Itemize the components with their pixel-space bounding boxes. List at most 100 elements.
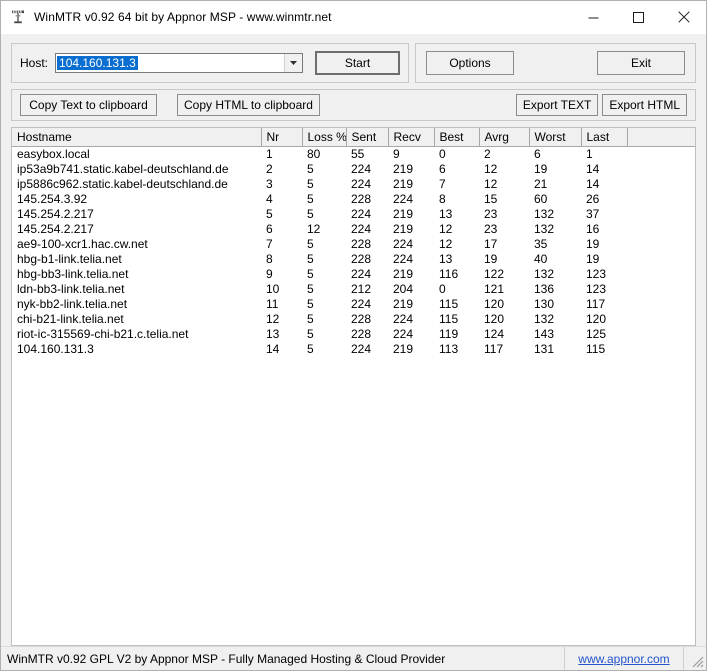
cell-filler: [627, 312, 695, 327]
cell-worst: 6: [534, 147, 541, 161]
table-row[interactable]: hbg-b1-link.telia.net 8 5 228 224 13 19 40 19: [12, 252, 695, 267]
cell-filler: [627, 237, 695, 252]
exit-button[interactable]: Exit: [597, 51, 685, 75]
cell-sent: 224: [351, 267, 372, 281]
cell-avrg: 117: [484, 342, 504, 356]
host-label: Host:: [20, 56, 49, 70]
table-row[interactable]: 104.160.131.3 14 5 224 219 113 117 131 115: [12, 342, 695, 357]
table-row[interactable]: ldn-bb3-link.telia.net 10 5 212 204 0 121 136 12…: [12, 282, 695, 297]
cell-avrg: 23: [484, 222, 498, 236]
cell-filler: [627, 297, 695, 312]
column-header-loss[interactable]: Loss %: [302, 128, 347, 147]
cell-nr: 7: [266, 237, 273, 251]
header-row: Hostname Nr Loss % Sent Recv Best Avrg W…: [12, 128, 695, 147]
table-row[interactable]: ae9-100-xcr1.hac.cw.net 7 5 228 224 12 17 35 19: [12, 237, 695, 252]
cell-loss: 5: [307, 267, 314, 281]
column-header-best[interactable]: Best: [434, 128, 480, 147]
cell-worst: 35: [534, 237, 548, 251]
cell-nr: 3: [266, 177, 273, 191]
table-row[interactable]: nyk-bb2-link.telia.net 11 5 224 219 115 120 130…: [12, 297, 695, 312]
cell-worst: 131: [534, 342, 555, 356]
maximize-button[interactable]: [616, 1, 661, 33]
column-header-nr[interactable]: Nr: [261, 128, 303, 147]
copy-text-button[interactable]: Copy Text to clipboard: [20, 94, 157, 116]
cell-nr: 14: [266, 342, 280, 356]
cell-filler: [627, 177, 695, 192]
cell-loss: 5: [307, 177, 314, 191]
cell-best: 116: [439, 267, 459, 281]
cell-recv: 219: [393, 222, 414, 236]
options-button[interactable]: Options: [426, 51, 515, 75]
cell-worst: 19: [534, 162, 548, 176]
cell-hostname: hbg-bb3-link.telia.net: [17, 267, 129, 281]
minimize-button[interactable]: [571, 1, 616, 33]
close-button[interactable]: [661, 1, 706, 33]
start-button[interactable]: Start: [315, 51, 401, 75]
resize-grip[interactable]: [684, 647, 706, 670]
table-row[interactable]: chi-b21-link.telia.net 12 5 228 224 115 120 132…: [12, 312, 695, 327]
table-row[interactable]: riot-ic-315569-chi-b21.c.telia.net 13 5 228…: [12, 327, 695, 342]
top-panels-row: Host: 104.160.131.3 Start Options Exit: [11, 43, 696, 83]
table-row[interactable]: hbg-bb3-link.telia.net 9 5 224 219 116 122 132 1…: [12, 267, 695, 282]
host-input[interactable]: 104.160.131.3: [55, 53, 304, 73]
copy-export-group: Copy Text to clipboard Copy HTML to clip…: [11, 89, 696, 121]
cell-best: 6: [439, 162, 446, 176]
cell-loss: 5: [307, 162, 314, 176]
cell-hostname: ip53a9b741.static.kabel-deutschland.de: [17, 162, 229, 176]
cell-sent: 224: [351, 342, 372, 356]
export-html-button[interactable]: Export HTML: [602, 94, 687, 116]
status-link-cell[interactable]: www.appnor.com: [565, 647, 684, 670]
cell-avrg: 2: [484, 147, 491, 161]
cell-recv: 224: [393, 327, 414, 341]
cell-nr: 8: [266, 252, 273, 266]
cell-worst: 136: [534, 282, 555, 296]
cell-filler: [627, 327, 695, 342]
cell-last: 125: [586, 327, 607, 341]
column-header-hostname[interactable]: Hostname: [12, 128, 262, 147]
cell-hostname: hbg-b1-link.telia.net: [17, 252, 122, 266]
cell-sent: 212: [351, 282, 372, 296]
table-row[interactable]: easybox.local 1 80 55 9 0 2 6 1: [12, 147, 695, 163]
table-row[interactable]: 145.254.3.92 4 5 228 224 8 15 60 26: [12, 192, 695, 207]
cell-nr: 6: [266, 222, 273, 236]
cell-nr: 4: [266, 192, 273, 206]
column-header-worst[interactable]: Worst: [529, 128, 582, 147]
cell-recv: 9: [393, 147, 400, 161]
cell-worst: 143: [534, 327, 555, 341]
column-header-last[interactable]: Last: [581, 128, 628, 147]
cell-last: 123: [586, 282, 607, 296]
minimize-icon: [588, 17, 599, 18]
copy-html-button[interactable]: Copy HTML to clipboard: [177, 94, 320, 116]
cell-recv: 224: [393, 312, 414, 326]
cell-sent: 224: [351, 222, 372, 236]
cell-hostname: ldn-bb3-link.telia.net: [17, 282, 125, 296]
cell-best: 13: [439, 252, 453, 266]
cell-filler: [627, 252, 695, 267]
column-header-sent[interactable]: Sent: [346, 128, 389, 147]
appnor-link[interactable]: www.appnor.com: [578, 652, 669, 666]
cell-best: 8: [439, 192, 446, 206]
cell-best: 0: [439, 147, 446, 161]
resize-grip-icon: [692, 656, 704, 668]
column-header-recv[interactable]: Recv: [388, 128, 435, 147]
cell-best: 115: [439, 312, 459, 326]
table-row[interactable]: ip53a9b741.static.kabel-deutschland.de 2 5…: [12, 162, 695, 177]
table-row[interactable]: 145.254.2.217 6 12 224 219 12 23 132 16: [12, 222, 695, 237]
cell-sent: 228: [351, 237, 372, 251]
cell-hostname: chi-b21-link.telia.net: [17, 312, 124, 326]
cell-filler: [627, 147, 695, 163]
cell-best: 113: [439, 342, 459, 356]
cell-last: 117: [586, 297, 606, 311]
cell-sent: 228: [351, 327, 372, 341]
cell-worst: 132: [534, 312, 555, 326]
cell-avrg: 12: [484, 162, 498, 176]
results-table-container[interactable]: Hostname Nr Loss % Sent Recv Best Avrg W…: [11, 127, 696, 646]
cell-recv: 219: [393, 342, 414, 356]
column-header-avrg[interactable]: Avrg: [479, 128, 530, 147]
host-dropdown-button[interactable]: [284, 54, 303, 72]
cell-nr: 10: [266, 282, 280, 296]
export-text-button[interactable]: Export TEXT: [515, 94, 599, 116]
table-row[interactable]: ip5886c962.static.kabel-deutschland.de 3 5…: [12, 177, 695, 192]
table-row[interactable]: 145.254.2.217 5 5 224 219 13 23 132 37: [12, 207, 695, 222]
cell-worst: 132: [534, 267, 555, 281]
